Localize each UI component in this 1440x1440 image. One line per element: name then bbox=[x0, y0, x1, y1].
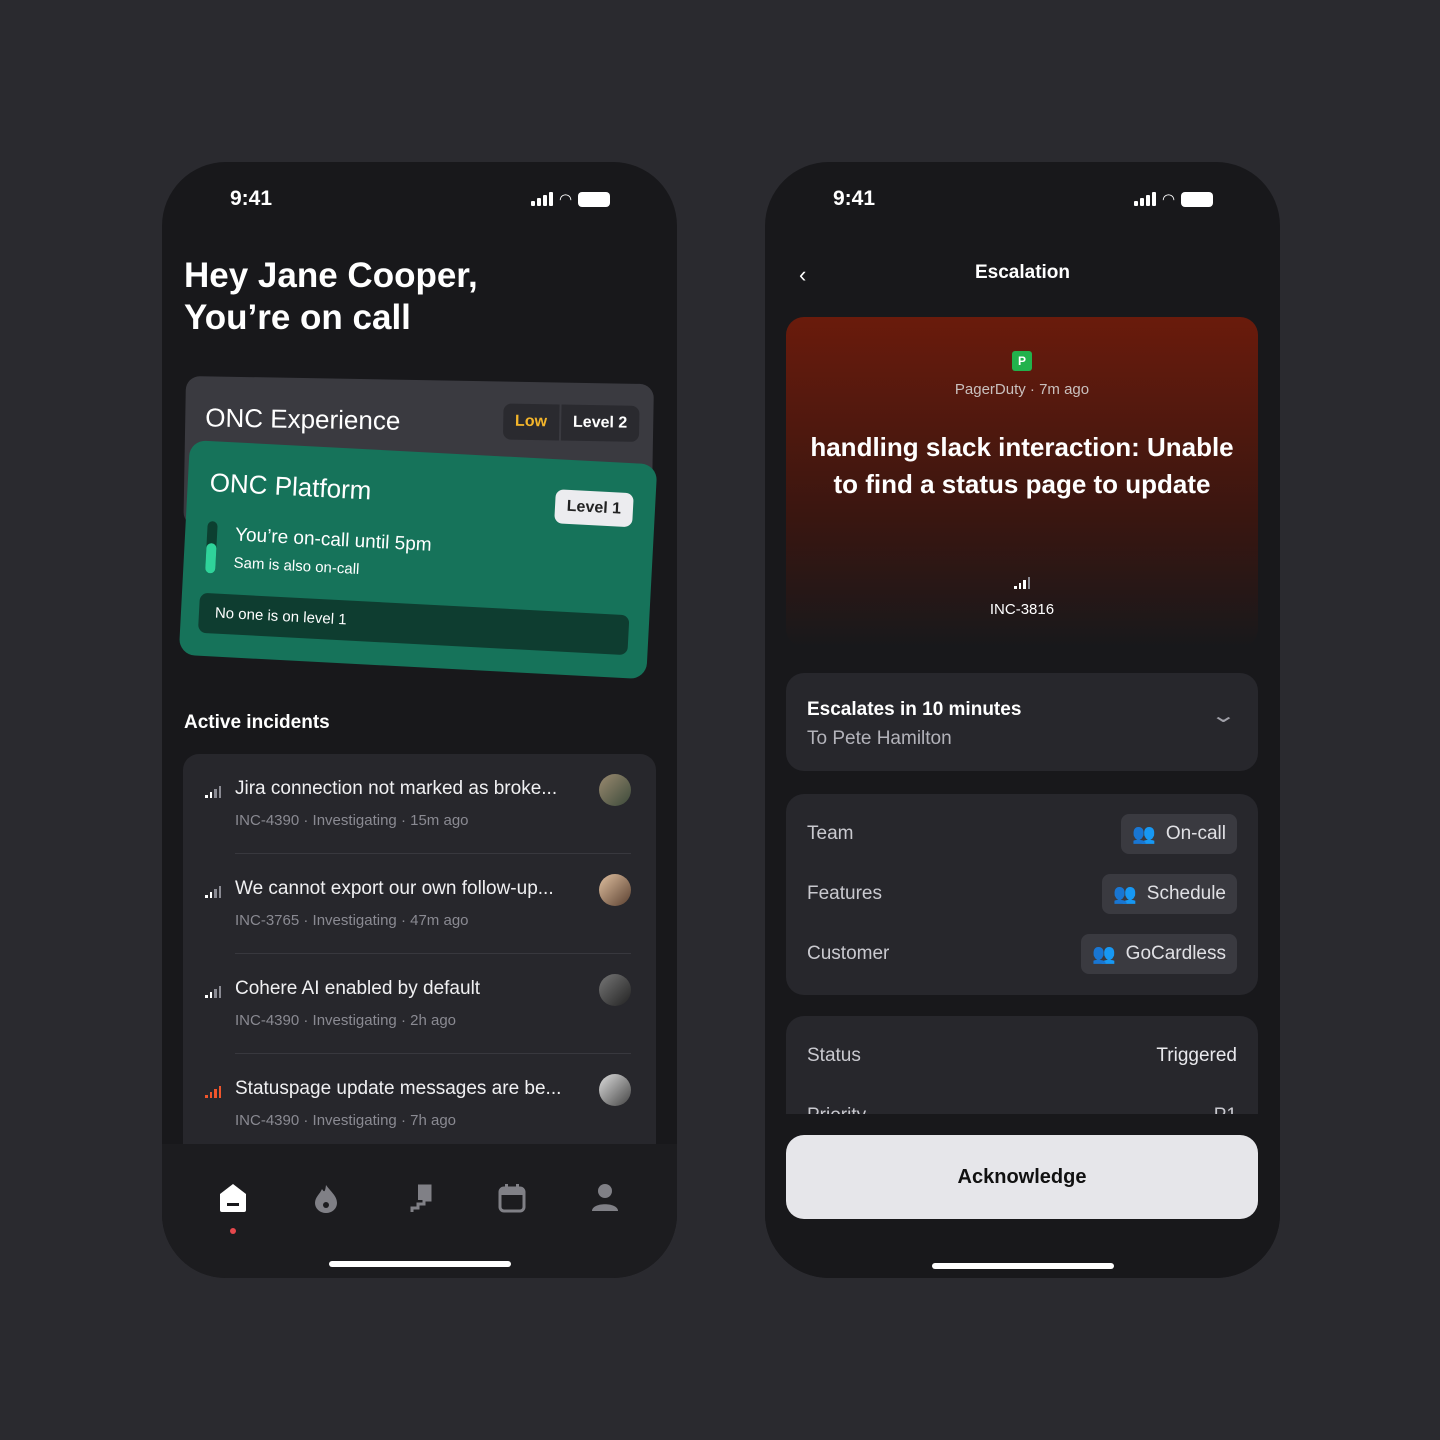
incident-row[interactable]: Cohere AI enabled by default INC-4390 · I… bbox=[183, 954, 656, 1054]
status-time: 9:41 bbox=[230, 187, 273, 210]
incident-meta: INC-4390 · Investigating · 15m ago bbox=[235, 812, 469, 829]
level-badge: Level 1 bbox=[553, 489, 634, 528]
flame-icon[interactable] bbox=[311, 1182, 341, 1214]
avatar bbox=[599, 774, 631, 806]
oncall-text: You’re on-call until 5pm bbox=[234, 524, 433, 556]
incident-title: We cannot export our own follow-up... bbox=[235, 878, 554, 899]
status-icons: ◠ bbox=[531, 190, 611, 208]
shift-progress bbox=[205, 521, 218, 574]
avatar bbox=[599, 974, 631, 1006]
wifi-icon: ◠ bbox=[559, 191, 573, 208]
battery-icon bbox=[578, 191, 611, 207]
people-icon: 👥 bbox=[1132, 824, 1156, 845]
priority-low-icon bbox=[205, 786, 221, 798]
calendar-icon[interactable] bbox=[497, 1182, 527, 1214]
home-indicator bbox=[932, 1263, 1114, 1269]
card-title: ONC Platform bbox=[209, 467, 373, 506]
also-oncall-text: Sam is also on-call bbox=[233, 554, 360, 579]
field-row: Features 👥 Schedule bbox=[807, 874, 1237, 914]
acknowledge-button[interactable]: Acknowledge bbox=[786, 1135, 1258, 1219]
attributes-panel: Team 👥 On-call Features 👥 Schedule Customer 👥… bbox=[786, 794, 1258, 995]
incident-row[interactable]: Jira connection not marked as broke... IN… bbox=[183, 754, 656, 854]
avatar bbox=[599, 1074, 631, 1106]
incident-row[interactable]: We cannot export our own follow-up... INC… bbox=[183, 854, 656, 954]
escalates-text: Escalates in 10 minutes bbox=[807, 699, 1022, 720]
pagerduty-logo: P bbox=[1012, 351, 1032, 371]
priority-low-icon bbox=[205, 886, 221, 898]
incident-meta: INC-4390 · Investigating · 7h ago bbox=[235, 1112, 457, 1129]
priority-critical-icon bbox=[205, 1086, 221, 1098]
people-icon: 👥 bbox=[1092, 944, 1116, 965]
escalates-to: To Pete Hamilton bbox=[807, 728, 952, 749]
escalation-content: ‹ Escalation P PagerDuty · 7m ago handli… bbox=[765, 162, 1280, 1278]
incident-title: Jira connection not marked as broke... bbox=[235, 778, 558, 799]
customer-chip[interactable]: 👥 GoCardless bbox=[1081, 934, 1237, 974]
avatar bbox=[599, 874, 631, 906]
priority-low-icon bbox=[205, 986, 221, 998]
greeting: Hey Jane Cooper, You’re on call bbox=[184, 255, 478, 339]
section-title: Active incidents bbox=[184, 712, 330, 733]
tab-bar bbox=[162, 1144, 677, 1278]
incident-title: Cohere AI enabled by default bbox=[235, 978, 481, 999]
incident-row[interactable]: Statuspage update messages are be... INC-… bbox=[183, 1054, 656, 1154]
chevron-down-icon[interactable]: ⌄ bbox=[1210, 703, 1237, 728]
person-icon[interactable] bbox=[590, 1182, 620, 1214]
greeting-line2: You’re on call bbox=[184, 298, 411, 337]
feature-chip[interactable]: 👥 Schedule bbox=[1102, 874, 1237, 914]
signal-icon bbox=[531, 192, 553, 206]
page-title: Escalation bbox=[974, 262, 1071, 283]
incident-meta: INC-3765 · Investigating · 47m ago bbox=[235, 912, 469, 929]
source-text: PagerDuty · 7m ago bbox=[954, 381, 1090, 398]
card-title: ONC Experience bbox=[205, 402, 401, 436]
level-empty-notice: No one is on level 1 bbox=[197, 592, 630, 656]
incident-title: handling slack interaction: Unable to fi… bbox=[810, 432, 1234, 499]
escalation-icon[interactable] bbox=[404, 1182, 434, 1214]
escalation-card-onc-platform[interactable]: ONC Platform Level 1 You’re on-call unti… bbox=[178, 440, 658, 680]
incident-hero: P PagerDuty · 7m ago handling slack inte… bbox=[786, 317, 1258, 647]
home-indicator bbox=[329, 1261, 511, 1267]
status-row: Status Triggered bbox=[807, 1045, 1237, 1066]
field-row: Customer 👥 GoCardless bbox=[807, 934, 1237, 974]
escalation-timer[interactable]: Escalates in 10 minutes To Pete Hamilton… bbox=[786, 673, 1258, 771]
home-icon[interactable] bbox=[218, 1182, 248, 1214]
team-chip[interactable]: 👥 On-call bbox=[1121, 814, 1237, 854]
active-tab-dot bbox=[230, 1228, 236, 1234]
level-badge: Level 2 bbox=[560, 404, 640, 442]
field-row: Team 👥 On-call bbox=[807, 814, 1237, 854]
incident-id: INC-3816 bbox=[989, 601, 1055, 618]
people-icon: 👥 bbox=[1113, 884, 1137, 905]
incident-meta: INC-4390 · Investigating · 2h ago bbox=[235, 1012, 457, 1029]
severity-badge: Low bbox=[502, 403, 560, 441]
incident-list: Jira connection not marked as broke... IN… bbox=[183, 754, 656, 1174]
incident-title: Statuspage update messages are be... bbox=[235, 1078, 562, 1099]
greeting-line1: Hey Jane Cooper, bbox=[184, 256, 478, 295]
priority-icon bbox=[1014, 577, 1030, 589]
